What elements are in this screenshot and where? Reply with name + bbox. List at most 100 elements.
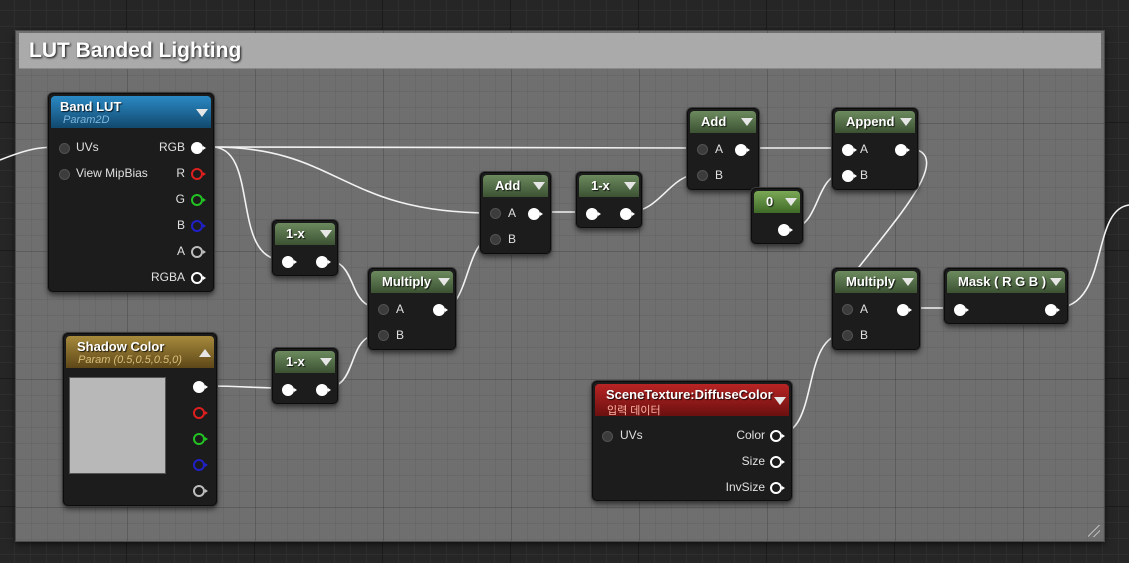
g-output-pin[interactable] [191,194,206,206]
multiply-node-2[interactable]: Multiply A B [832,268,920,350]
output-pin[interactable] [620,208,635,220]
input-pin[interactable] [282,256,297,268]
shadow-color-header[interactable]: Shadow Color Param (0.5,0.5,0.5,0) [66,336,214,368]
collapse-arrow-icon[interactable] [320,230,332,238]
node-title: Band LUT [60,99,122,114]
color-output-pin[interactable] [770,430,785,442]
output-pin[interactable] [897,304,912,316]
output-pin[interactable] [1045,304,1060,316]
scene-texture-node[interactable]: SceneTexture:DiffuseColor 입력 데이터 UVs Col… [592,381,792,501]
node-header[interactable]: 0 [754,191,800,213]
a-input-pin[interactable] [842,304,853,315]
a-input-pin[interactable] [842,144,857,156]
r-output-pin[interactable] [191,168,206,180]
g-output-label: G [175,192,185,206]
b-input-label: B [860,328,869,342]
band-lut-header[interactable]: Band LUT Param2D [51,96,211,128]
constant-node[interactable]: 0 [751,188,803,244]
one-minus-node-3[interactable]: 1-x [576,172,642,228]
node-title: 1-x [286,354,305,369]
shadow-color-node[interactable]: Shadow Color Param (0.5,0.5,0.5,0) [63,333,217,506]
b-input-pin[interactable] [378,330,389,341]
output-pin[interactable] [316,384,331,396]
uvs-input-label: UVs [76,140,99,154]
collapse-arrow-icon[interactable] [624,182,636,190]
collapse-arrow-icon[interactable] [774,397,786,405]
view-mipbias-input-pin[interactable] [59,169,70,180]
b-input-pin[interactable] [842,170,857,182]
node-title: Multiply [846,274,896,289]
a-input-pin[interactable] [490,208,501,219]
r-output-pin[interactable] [193,407,208,419]
b-input-pin[interactable] [490,234,501,245]
input-pin[interactable] [954,304,969,316]
node-header[interactable]: 1-x [579,175,639,197]
add-node-2[interactable]: Add A B [687,108,759,190]
node-header[interactable]: 1-x [275,351,335,373]
r-output-label: R [176,166,185,180]
output-pin[interactable] [528,208,543,220]
output-pin[interactable] [316,256,331,268]
b-input-pin[interactable] [842,330,853,341]
rgb-output-pin[interactable] [191,142,206,154]
node-title: Multiply [382,274,432,289]
rgb-output-pin[interactable] [193,381,208,393]
append-node[interactable]: Append A B [832,108,918,190]
input-pin[interactable] [586,208,601,220]
add-node-1[interactable]: Add A B [480,172,551,254]
band-lut-node[interactable]: Band LUT Param2D UVs View MipBias RGB R … [48,93,214,292]
a-input-label: A [396,302,405,316]
a-output-pin[interactable] [191,246,206,258]
uvs-input-label: UVs [620,428,643,442]
collapse-arrow-icon[interactable] [438,278,450,286]
node-subtitle: Param2D [63,114,110,126]
b-input-pin[interactable] [697,170,708,181]
color-preview-swatch[interactable] [69,377,166,474]
g-output-pin[interactable] [193,433,208,445]
wire-rgb-to-add2-a [211,146,698,149]
rgba-output-pin[interactable] [191,272,206,284]
node-header[interactable]: Multiply [835,271,917,293]
size-output-pin[interactable] [770,456,785,468]
a-input-pin[interactable] [378,304,389,315]
color-output-label: Color [736,428,765,442]
collapse-arrow-icon[interactable] [533,182,545,190]
collapse-arrow-icon[interactable] [741,118,753,126]
uvs-input-pin[interactable] [59,143,70,154]
scene-texture-header[interactable]: SceneTexture:DiffuseColor 입력 데이터 [595,384,789,417]
a-input-label: A [715,142,724,156]
collapse-arrow-icon[interactable] [196,109,208,117]
one-minus-node-2[interactable]: 1-x [272,348,338,404]
node-header[interactable]: Multiply [371,271,453,293]
node-header[interactable]: Append [835,111,915,133]
collapse-arrow-icon[interactable] [1050,278,1062,286]
collapse-arrow-icon[interactable] [199,349,211,357]
node-title: 0 [766,194,774,209]
b-output-pin[interactable] [193,459,208,471]
b-input-label: B [508,232,517,246]
a-output-pin[interactable] [193,485,208,497]
node-header[interactable]: 1-x [275,223,335,245]
input-pin[interactable] [282,384,297,396]
output-pin[interactable] [433,304,448,316]
node-header[interactable]: Add [483,175,548,197]
b-output-pin[interactable] [191,220,206,232]
multiply-node-1[interactable]: Multiply A B [368,268,456,350]
a-input-label: A [860,142,869,156]
collapse-arrow-icon[interactable] [902,278,914,286]
rgb-output-label: RGB [158,140,185,154]
collapse-arrow-icon[interactable] [785,198,797,206]
output-pin[interactable] [895,144,910,156]
invsize-output-pin[interactable] [770,482,785,494]
collapse-arrow-icon[interactable] [320,358,332,366]
node-header[interactable]: Add [690,111,756,133]
a-input-label: A [860,302,869,316]
node-header[interactable]: Mask ( R G B ) [947,271,1065,293]
collapse-arrow-icon[interactable] [900,118,912,126]
one-minus-node-1[interactable]: 1-x [272,220,338,276]
output-pin[interactable] [778,224,793,236]
a-input-pin[interactable] [697,144,708,155]
uvs-input-pin[interactable] [602,431,613,442]
mask-node[interactable]: Mask ( R G B ) [944,268,1068,324]
output-pin[interactable] [735,144,750,156]
